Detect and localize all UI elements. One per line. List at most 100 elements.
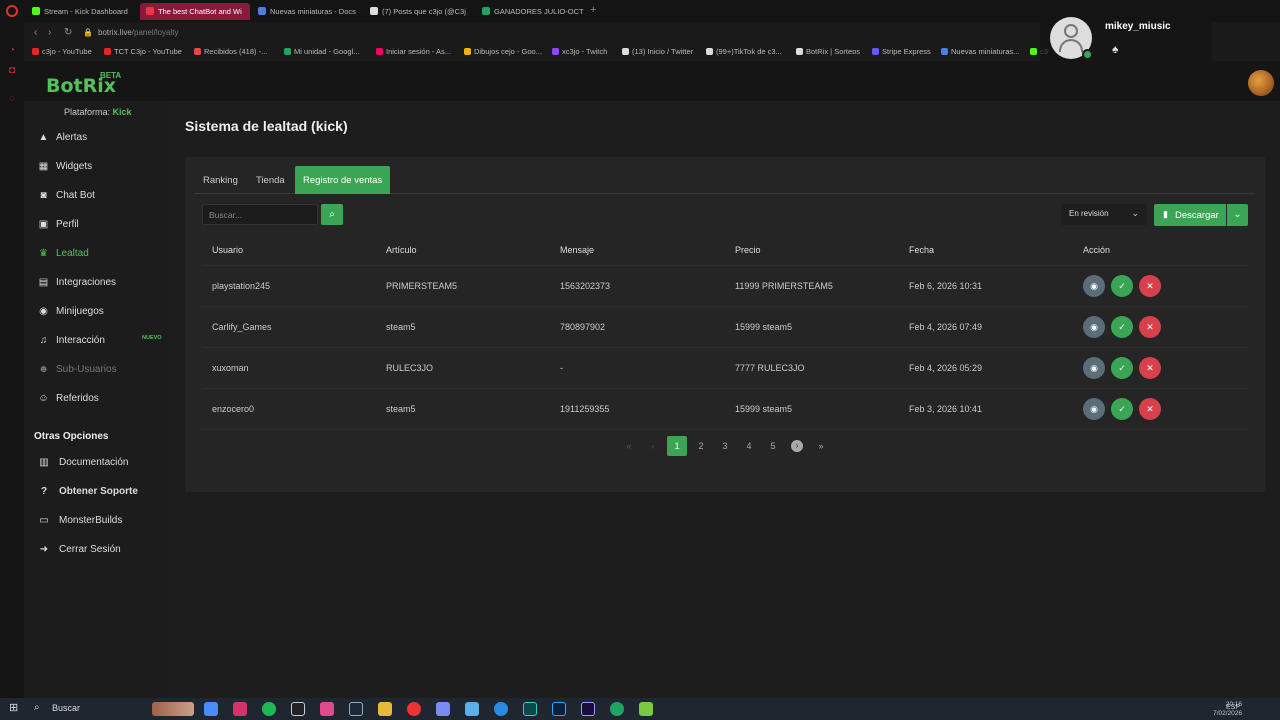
steam-icon[interactable] (349, 702, 363, 716)
first-page-button[interactable]: « (619, 436, 639, 456)
app-icon[interactable] (436, 702, 450, 716)
view-button[interactable]: ◉ (1083, 398, 1105, 420)
prev-page-button[interactable]: ‹ (643, 436, 663, 456)
windows-start-icon[interactable]: ⊞ (9, 703, 20, 714)
taskbar-search[interactable]: ⌕ Buscar (34, 702, 80, 713)
opera-icon[interactable] (407, 702, 421, 716)
bookmark-item[interactable]: Iniciar sesión - As... (376, 47, 451, 56)
browser-tab[interactable]: (7) Posts que c3jo (@C3j (364, 3, 474, 20)
search-input[interactable]: Buscar... (202, 204, 318, 225)
sidebar-item-perfil[interactable]: ▣ Perfil (38, 218, 79, 236)
approve-button[interactable]: ✓ (1111, 398, 1133, 420)
sidebar-item-alertas[interactable]: ▲ Alertas (38, 131, 88, 149)
chrome-icon[interactable] (204, 702, 218, 716)
whatsapp-icon[interactable]: ◌ (7, 94, 17, 104)
close-icon: ✕ (1146, 404, 1154, 414)
taskbar-widget[interactable] (152, 702, 194, 716)
bookmark-item[interactable]: (99+)TikTok de c3... (706, 47, 782, 56)
sidebar-item-interaccion[interactable]: ♫ Interacción (38, 334, 105, 352)
bookmark-item[interactable]: Mi unidad - Googl... (284, 47, 359, 56)
eye-icon: ◉ (1090, 322, 1098, 332)
overlay-username: mikey_miusic (1105, 21, 1171, 32)
sidebar-item-subusuarios[interactable]: ☻ Sub-Usuarios (38, 363, 116, 381)
column-header-fecha: Fecha (909, 245, 935, 255)
page-button[interactable]: 3 (715, 436, 735, 456)
next-page-button[interactable]: › (791, 440, 803, 452)
bookmark-item[interactable]: (13) Inicio / Twitter (622, 47, 693, 56)
tab-tienda[interactable]: Tienda (248, 166, 293, 194)
back-icon[interactable]: ‹ (34, 27, 37, 38)
user-avatar[interactable] (1248, 70, 1274, 96)
sidebar-item-integraciones[interactable]: ▤ Integraciones (38, 276, 116, 294)
eye-icon: ◉ (1090, 363, 1098, 373)
page-button[interactable]: 4 (739, 436, 759, 456)
sidebar-item-cerrar-sesion[interactable]: ➜ Cerrar Sesión (38, 543, 121, 557)
bookmark-item[interactable]: Dibujos cejo - Goo... (464, 47, 542, 56)
browser-tab[interactable]: Nuevas miniaturas - Docs (252, 3, 362, 20)
search-button[interactable]: ⌕ (321, 204, 343, 225)
messenger-icon[interactable]: ◔ (7, 46, 17, 56)
reject-button[interactable]: ✕ (1139, 275, 1161, 297)
url-field[interactable]: botrix.live/panel/loyalty (98, 28, 179, 37)
bookmark-item[interactable]: Stripe Express (872, 47, 931, 56)
view-button[interactable]: ◉ (1083, 316, 1105, 338)
forward-icon[interactable]: › (48, 27, 51, 38)
x-icon (370, 7, 378, 15)
sidebar-item-documentacion[interactable]: ▥ Documentación (38, 456, 128, 470)
browser-tab-active[interactable]: The best ChatBot and Wi (140, 3, 250, 20)
sidebar-item-minijuegos[interactable]: ◉ Minijuegos (38, 305, 104, 323)
approve-button[interactable]: ✓ (1111, 275, 1133, 297)
view-button[interactable]: ◉ (1083, 275, 1105, 297)
reject-button[interactable]: ✕ (1139, 357, 1161, 379)
app-icon[interactable] (233, 702, 247, 716)
premiere-icon[interactable] (581, 702, 595, 716)
taskbar-clock[interactable]: 20:16 7/02/2026 (1213, 700, 1242, 718)
reject-button[interactable]: ✕ (1139, 316, 1161, 338)
app-icon[interactable] (320, 702, 334, 716)
page-button[interactable]: 2 (691, 436, 711, 456)
sidebar-item-referidos[interactable]: ☺ Referidos (38, 392, 98, 410)
tab-ranking[interactable]: Ranking (195, 166, 246, 194)
bookmark-item[interactable]: c3jo - YouTube (32, 47, 92, 56)
bookmark-item[interactable]: xc3jo - Twitch (552, 47, 607, 56)
chevron-down-icon: ⌄ (1131, 208, 1139, 218)
cell-date: Feb 4, 2026 05:29 (909, 363, 983, 373)
sidebar-item-soporte[interactable]: ? Obtener Soporte (38, 485, 138, 499)
folder-icon[interactable] (378, 702, 392, 716)
edge-icon[interactable] (494, 702, 508, 716)
app-icon[interactable] (610, 702, 624, 716)
sidebar-item-chatbot[interactable]: ◙ Chat Bot (38, 189, 94, 207)
app-icon[interactable] (639, 702, 653, 716)
tab-registro-ventas[interactable]: Registro de ventas (295, 166, 391, 194)
bookmark-item[interactable]: Recibidos (418) -... (194, 47, 267, 56)
bookmark-item[interactable]: BotRix | Sorteos (796, 47, 860, 56)
approve-button[interactable]: ✓ (1111, 357, 1133, 379)
spotify-icon[interactable] (262, 702, 276, 716)
epic-icon[interactable] (291, 702, 305, 716)
column-header-articulo: Artículo (386, 245, 417, 255)
new-tab-icon[interactable]: + (590, 4, 596, 16)
download-button[interactable]: ▮ Descargar (1154, 204, 1226, 226)
app-icon[interactable] (523, 702, 537, 716)
sidebar-item-widgets[interactable]: ▦ Widgets (38, 160, 92, 178)
app-icon[interactable] (465, 702, 479, 716)
download-dropdown-button[interactable]: ⌄ (1227, 204, 1248, 226)
sidebar-item-monsterbuilds[interactable]: ▭ MonsterBuilds (38, 514, 122, 528)
reload-icon[interactable]: ↻ (64, 27, 72, 38)
bookmark-item[interactable]: TCT C3jo - YouTube (104, 47, 182, 56)
view-button[interactable]: ◉ (1083, 357, 1105, 379)
browser-tab[interactable]: Stream - Kick Dashboard (26, 3, 138, 20)
bookmark-item[interactable]: Nuevas miniaturas... (941, 47, 1019, 56)
photoshop-icon[interactable] (552, 702, 566, 716)
approve-button[interactable]: ✓ (1111, 316, 1133, 338)
reject-button[interactable]: ✕ (1139, 398, 1161, 420)
page-button[interactable]: 5 (763, 436, 783, 456)
sidebar-item-lealtad[interactable]: ♛ Lealtad (38, 247, 89, 265)
last-page-button[interactable]: » (811, 436, 831, 456)
browser-tab[interactable]: GANADORES JULIO-OCT (476, 3, 586, 20)
instagram-icon[interactable]: ◘ (7, 66, 17, 76)
opera-logo-icon[interactable] (6, 5, 18, 17)
page-button[interactable]: 1 (667, 436, 687, 456)
close-icon: ✕ (1146, 281, 1154, 291)
status-filter-select[interactable]: En revisión ⌄ (1061, 204, 1147, 225)
